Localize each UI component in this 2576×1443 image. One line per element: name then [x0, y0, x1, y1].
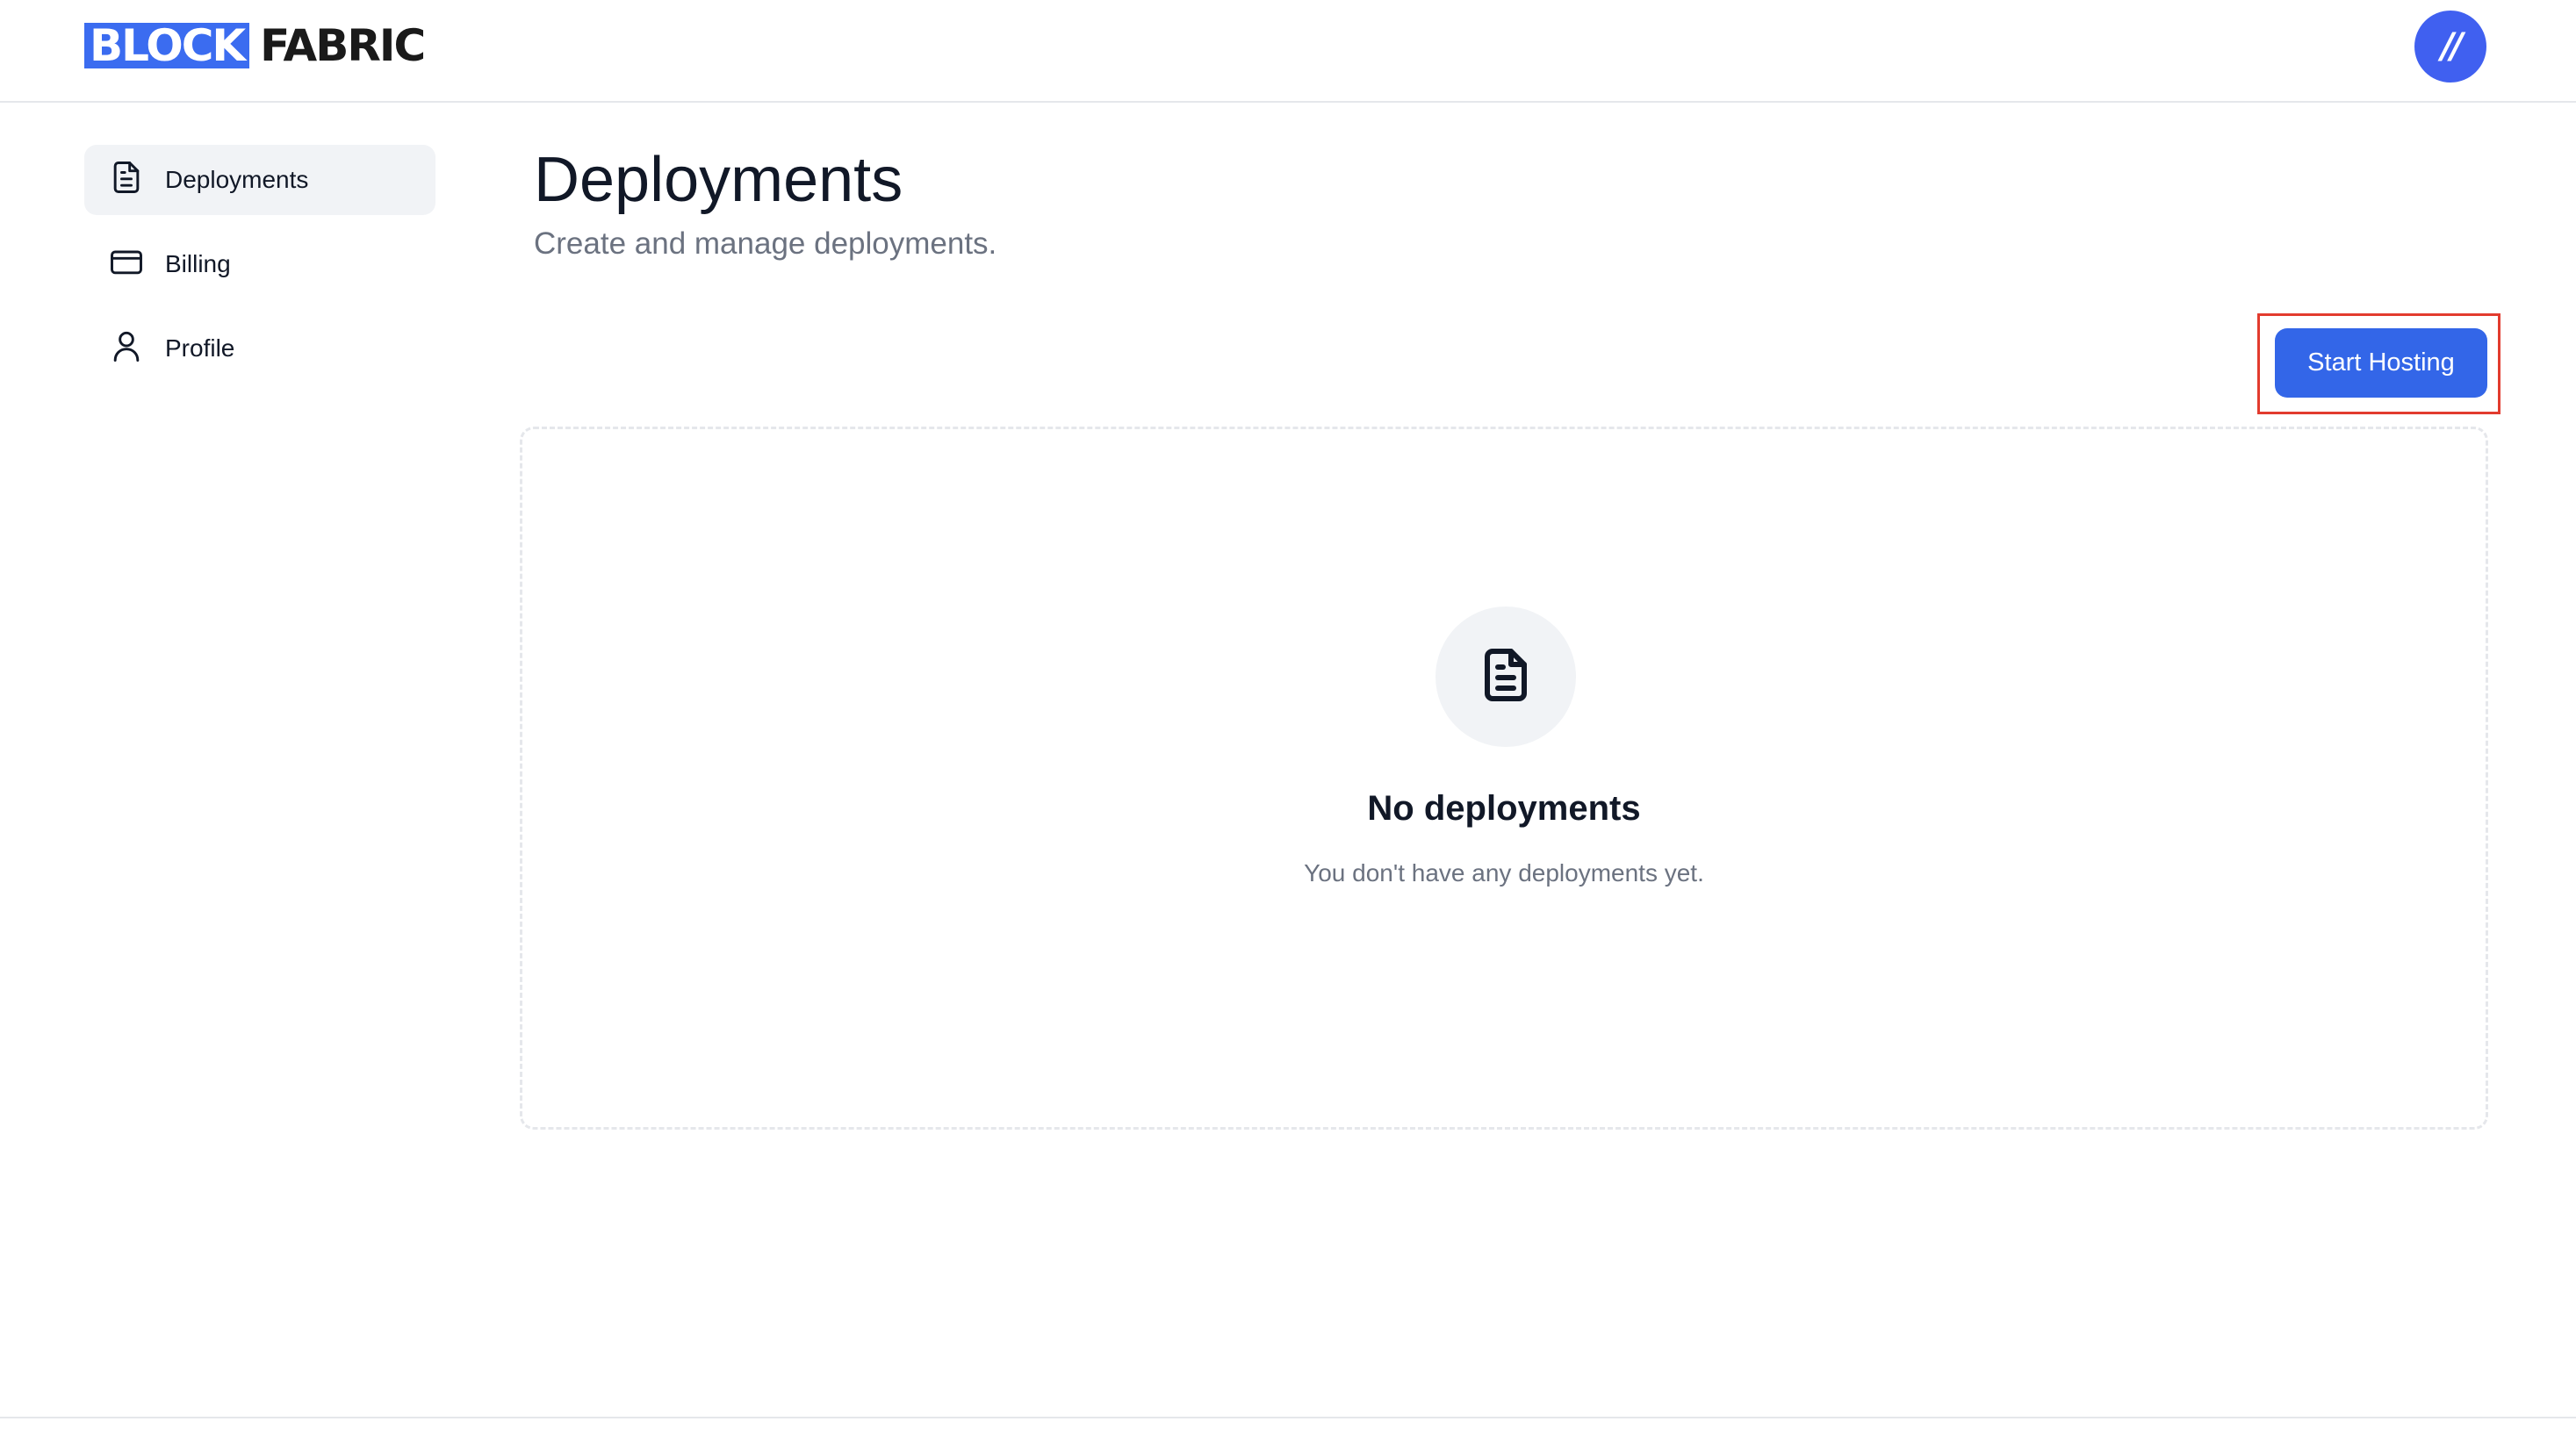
logo-block-text: BLOCK: [84, 23, 250, 68]
main-content: Deployments Create and manage deployment…: [534, 140, 2488, 263]
document-icon: [107, 158, 165, 203]
footer-divider: [0, 1417, 2576, 1418]
empty-state-panel: No deployments You don't have any deploy…: [520, 427, 2488, 1130]
empty-state-icon-circle: [1436, 607, 1576, 747]
user-icon: [107, 327, 165, 371]
brand-logo[interactable]: BLOCK FABRIC: [84, 20, 426, 71]
page-title: Deployments: [534, 145, 903, 215]
sidebar-item-billing[interactable]: Billing: [84, 229, 435, 299]
empty-state-text: You don't have any deployments yet.: [1304, 859, 1704, 887]
top-bar: BLOCK FABRIC //: [0, 0, 2576, 103]
sidebar: Deployments Billing Profile: [84, 145, 435, 398]
sidebar-item-label: Deployments: [165, 166, 309, 193]
user-avatar[interactable]: //: [2414, 11, 2486, 83]
document-icon: [1474, 643, 1537, 711]
sidebar-item-label: Billing: [165, 250, 231, 277]
start-hosting-button[interactable]: Start Hosting: [2275, 328, 2487, 398]
sidebar-item-profile[interactable]: Profile: [84, 313, 435, 384]
credit-card-icon: [107, 242, 165, 287]
empty-state-title: No deployments: [1367, 789, 1641, 828]
logo-fabric-text: FABRIC: [260, 20, 426, 71]
sidebar-item-deployments[interactable]: Deployments: [84, 145, 435, 215]
page-subtitle: Create and manage deployments.: [534, 226, 997, 261]
sidebar-item-label: Profile: [165, 334, 235, 362]
